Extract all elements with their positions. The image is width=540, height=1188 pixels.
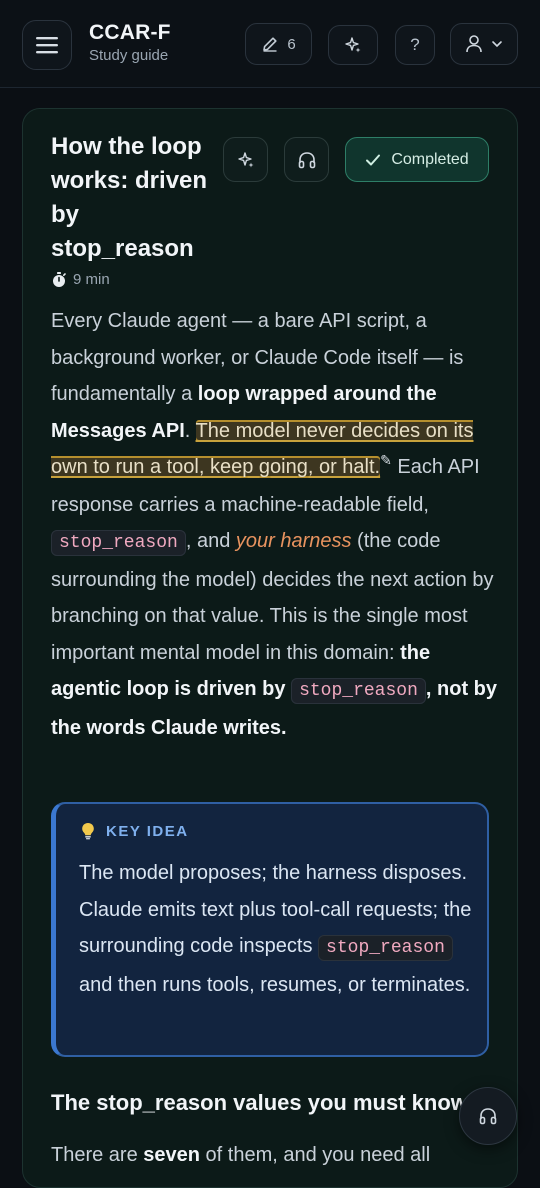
listen-button[interactable] [284, 137, 329, 182]
app-subtitle: Study guide [89, 47, 169, 64]
lesson-title: How the loop works: driven by stop_reaso… [51, 133, 208, 262]
edit-note-icon[interactable]: ✎ [380, 452, 392, 468]
section-heading: The stop_reason values you must know [51, 1090, 468, 1115]
inline-code: stop_reason [318, 935, 453, 961]
key-idea-label: KEY IDEA [106, 822, 189, 840]
lightbulb-icon [82, 823, 94, 840]
notes-button[interactable]: 6 [245, 23, 312, 65]
pencil-icon [263, 37, 277, 52]
key-idea-text: The model proposes; the harness disposes… [79, 855, 474, 1003]
menu-icon [36, 37, 58, 54]
inline-code: stop_reason [51, 530, 186, 556]
user-icon [466, 35, 482, 53]
lesson-intro-paragraph: Every Claude agent — a bare API script, … [51, 303, 501, 746]
body-text: , and [185, 530, 236, 552]
body-bold: seven [143, 1144, 200, 1166]
help-button[interactable]: ? [395, 25, 435, 65]
check-icon [366, 154, 381, 165]
stopwatch-icon [53, 272, 66, 287]
app-title: CCAR-F [89, 21, 171, 44]
headphones-icon [298, 151, 315, 168]
app-header: CCAR-F Study guide 6 ? [0, 0, 540, 88]
key-idea-heading: KEY IDEA [80, 822, 189, 840]
sparkle-icon [345, 37, 361, 53]
body-text: . [184, 419, 196, 442]
body-text: There are [51, 1144, 144, 1166]
chevron-down-icon [492, 41, 502, 48]
callout-body: and then runs tools, resumes, or termina… [79, 973, 471, 996]
duration-label: 9 min [73, 271, 110, 288]
notes-count: 6 [287, 35, 296, 53]
sparkle-icon [237, 151, 253, 167]
menu-button[interactable] [22, 20, 72, 70]
section-intro: There are seven of them, and you need al… [51, 1138, 501, 1172]
body-emphasis: your harness [235, 530, 352, 552]
audio-player-fab[interactable] [459, 1087, 517, 1145]
reading-time: 9 min [51, 271, 110, 288]
headphones-icon [479, 1108, 497, 1125]
completed-toggle[interactable]: Completed [345, 137, 489, 182]
body-text: of them, and you need all [199, 1144, 431, 1166]
inline-code: stop_reason [291, 678, 426, 704]
ai-assistant-button[interactable] [328, 25, 378, 65]
ask-ai-button[interactable] [223, 137, 268, 182]
completed-label: Completed [391, 150, 469, 168]
user-menu-button[interactable] [450, 23, 518, 65]
